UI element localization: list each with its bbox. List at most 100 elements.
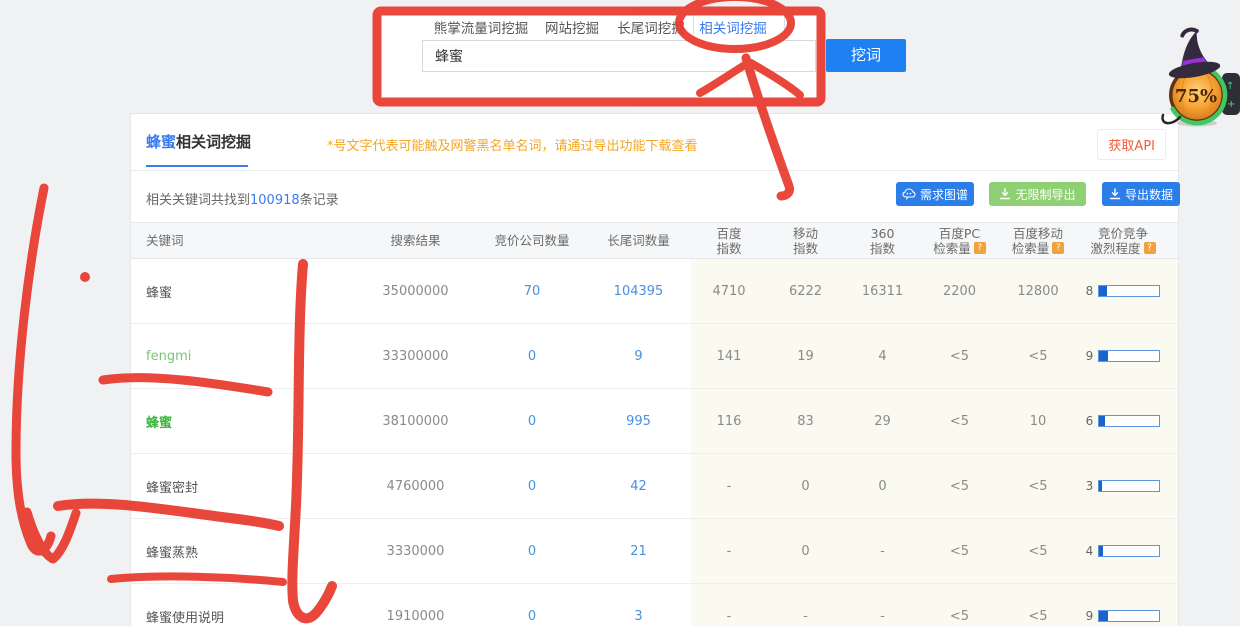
col-competition: 竞价竞争激烈程度? — [1078, 223, 1178, 258]
bid-companies-link[interactable]: 0 — [478, 584, 586, 626]
col-baidu-mobile-volume: 百度移动检索量? — [998, 223, 1078, 258]
longtail-link[interactable]: 9 — [586, 324, 691, 388]
search-results-cell: 1910000 — [353, 584, 478, 626]
competition-bar — [1098, 480, 1160, 492]
360-index-cell: - — [844, 584, 921, 626]
export-data-button[interactable]: 导出数据 — [1102, 182, 1180, 206]
baidu-index-cell: - — [691, 519, 767, 583]
dig-words-button[interactable]: 挖词 — [826, 39, 906, 72]
table-header-row: 关键词 搜索结果 竞价公司数量 长尾词数量 百度指数 移动指数 360指数 百度… — [131, 222, 1178, 259]
search-results-cell: 3330000 — [353, 519, 478, 583]
bid-companies-link[interactable]: 70 — [478, 259, 586, 323]
competition-cell: 4 — [1078, 519, 1178, 583]
competition-bar — [1098, 285, 1160, 297]
export-data-label: 导出数据 — [1125, 186, 1173, 203]
tab-longtail-mining[interactable]: 长尾词挖掘 — [617, 17, 685, 37]
competition-bar — [1098, 350, 1160, 362]
keyword-cell[interactable]: 蜂蜜密封 — [131, 454, 353, 518]
col-search-results: 搜索结果 — [353, 223, 478, 258]
keyword-search-input[interactable] — [422, 40, 816, 72]
col-bid-companies: 竞价公司数量 — [478, 223, 586, 258]
bid-companies-link[interactable]: 0 — [478, 519, 586, 583]
baidu-mobile-cell: <5 — [998, 584, 1078, 626]
table-row: 蜂蜜 38100000 0 995 116 83 29 <5 10 6 — [131, 389, 1178, 454]
mobile-index-cell: 0 — [767, 454, 844, 518]
baidu-pc-cell: <5 — [921, 324, 998, 388]
unlimited-export-label: 无限制导出 — [1015, 186, 1075, 203]
help-icon[interactable]: ? — [1052, 242, 1064, 254]
stats-suffix: 条记录 — [300, 193, 339, 208]
halloween-progress-badge[interactable]: ↑ + 75% — [1150, 25, 1240, 130]
col-longtail-count: 长尾词数量 — [586, 223, 691, 258]
baidu-mobile-cell: <5 — [998, 519, 1078, 583]
baidu-pc-cell: <5 — [921, 389, 998, 453]
col-mobile-index: 移动指数 — [767, 223, 844, 258]
baidu-pc-cell: <5 — [921, 519, 998, 583]
col-360-index: 360指数 — [844, 223, 921, 258]
longtail-link[interactable]: 104395 — [586, 259, 691, 323]
competition-cell: 8 — [1078, 259, 1178, 323]
tab-website-mining[interactable]: 网站挖掘 — [545, 17, 599, 37]
baidu-index-cell: - — [691, 584, 767, 626]
stats-prefix: 相关关键词共找到 — [146, 193, 250, 208]
competition-bar — [1098, 610, 1160, 622]
baidu-mobile-cell: 10 — [998, 389, 1078, 453]
up-arrow-icon: ↑ — [1226, 81, 1234, 92]
table-row: 蜂蜜 35000000 70 104395 4710 6222 16311 22… — [131, 259, 1178, 324]
plus-icon: + — [1227, 99, 1235, 110]
keyword-cell[interactable]: 蜂蜜 — [131, 259, 353, 323]
keyword-cell[interactable]: 蜂蜜使用说明 — [131, 584, 353, 626]
competition-cell: 9 — [1078, 584, 1178, 626]
bid-companies-link[interactable]: 0 — [478, 389, 586, 453]
baidu-mobile-cell: 12800 — [998, 259, 1078, 323]
bid-companies-link[interactable]: 0 — [478, 454, 586, 518]
card-title: 蜂蜜相关词挖掘 — [146, 131, 251, 152]
search-widget: 熊掌流量词挖掘 网站挖掘 长尾词挖掘 相关词挖掘 — [378, 8, 822, 102]
table-row: fengmi 33300000 0 9 141 19 4 <5 <5 9 — [131, 324, 1178, 389]
title-rest: 相关词挖掘 — [176, 133, 251, 151]
table-row: 蜂蜜密封 4760000 0 42 - 0 0 <5 <5 3 — [131, 454, 1178, 519]
search-results-cell: 4760000 — [353, 454, 478, 518]
longtail-link[interactable]: 42 — [586, 454, 691, 518]
longtail-link[interactable]: 995 — [586, 389, 691, 453]
keyword-mining-page: 熊掌流量词挖掘 网站挖掘 长尾词挖掘 相关词挖掘 挖词 蜂蜜相关词挖掘 *号文字… — [0, 0, 1240, 626]
mobile-index-cell: 19 — [767, 324, 844, 388]
demand-graph-icon — [902, 188, 916, 200]
bid-companies-link[interactable]: 0 — [478, 324, 586, 388]
baidu-index-cell: 116 — [691, 389, 767, 453]
keyword-cell[interactable]: 蜂蜜蒸熟 — [131, 519, 353, 583]
mobile-index-cell: 0 — [767, 519, 844, 583]
tab-related-words-mining[interactable]: 相关词挖掘 — [699, 17, 767, 37]
baidu-index-cell: 4710 — [691, 259, 767, 323]
demand-graph-label: 需求图谱 — [920, 186, 968, 203]
title-underline — [146, 165, 248, 167]
table-row: 蜂蜜蒸熟 3330000 0 21 - 0 - <5 <5 4 — [131, 519, 1178, 584]
help-icon[interactable]: ? — [974, 242, 986, 254]
col-keyword: 关键词 — [131, 223, 353, 258]
keyword-cell[interactable]: fengmi — [131, 324, 353, 388]
baidu-mobile-cell: <5 — [998, 324, 1078, 388]
360-index-cell: - — [844, 519, 921, 583]
competition-cell: 9 — [1078, 324, 1178, 388]
col-baidu-index: 百度指数 — [691, 223, 767, 258]
longtail-link[interactable]: 21 — [586, 519, 691, 583]
tab-traffic-words[interactable]: 熊掌流量词挖掘 — [434, 17, 529, 37]
progress-percent: 75% — [1175, 86, 1217, 107]
unlimited-export-button[interactable]: 无限制导出 — [989, 182, 1086, 206]
get-api-button[interactable]: 获取API — [1097, 129, 1166, 160]
red-dot — [80, 272, 90, 282]
divider — [131, 170, 1178, 171]
competition-bar — [1098, 415, 1160, 427]
keyword-cell[interactable]: 蜂蜜 — [131, 389, 353, 453]
mobile-index-cell: - — [767, 584, 844, 626]
mobile-index-cell: 6222 — [767, 259, 844, 323]
table-row: 蜂蜜使用说明 1910000 0 3 - - - <5 <5 9 — [131, 584, 1178, 626]
result-count-text: 相关关键词共找到100918条记录 — [146, 189, 339, 208]
demand-graph-button[interactable]: 需求图谱 — [896, 182, 974, 206]
red-left-vertical-line — [16, 188, 51, 551]
longtail-link[interactable]: 3 — [586, 584, 691, 626]
help-icon[interactable]: ? — [1144, 242, 1156, 254]
360-index-cell: 29 — [844, 389, 921, 453]
search-results-cell: 33300000 — [353, 324, 478, 388]
competition-cell: 6 — [1078, 389, 1178, 453]
